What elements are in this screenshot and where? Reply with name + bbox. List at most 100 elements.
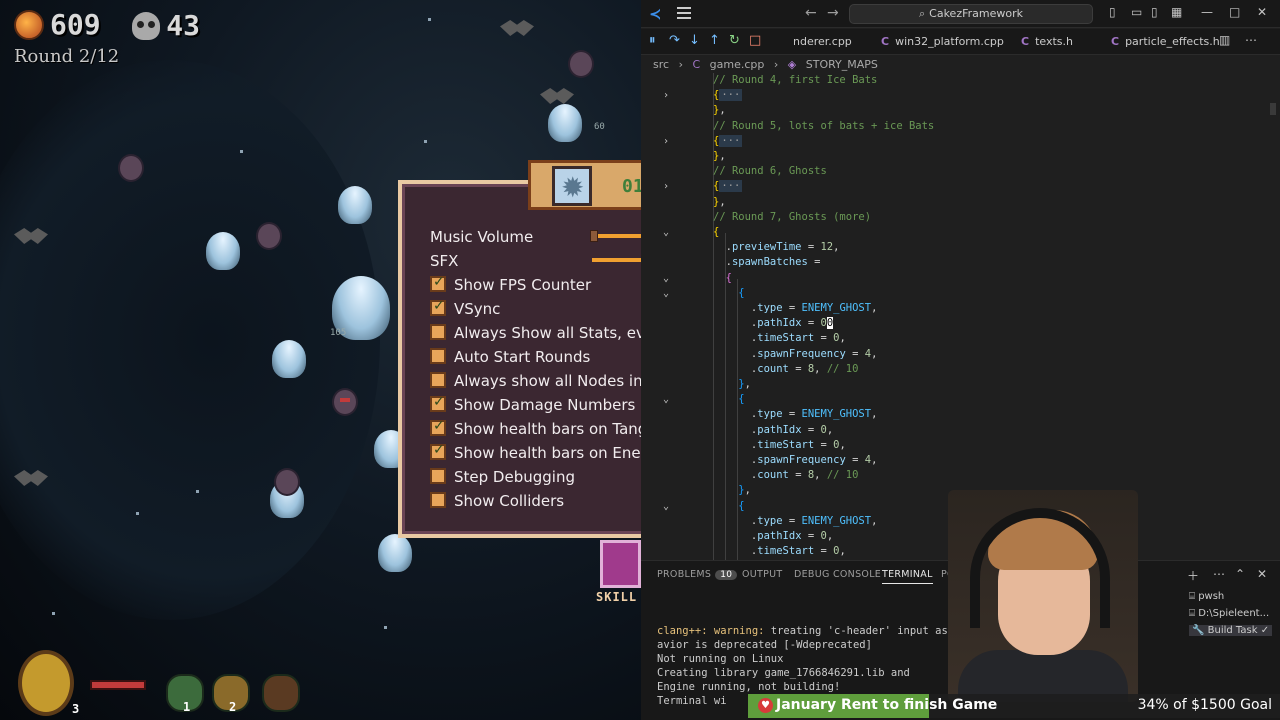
code-line[interactable]: › {··· [641,179,1261,194]
back-arrow-icon[interactable]: ← [805,5,817,21]
music-volume-slider[interactable] [592,234,641,238]
code-line[interactable]: .spawnFrequency = 4, [641,347,1261,362]
code-line[interactable]: .spawnBatches = [641,255,1261,270]
restart-icon[interactable]: ↻ [729,33,740,48]
checkbox[interactable] [430,492,446,508]
code-line[interactable]: }, [641,103,1261,118]
close-icon[interactable]: ✕ [1257,5,1267,19]
toggle-panel-icon[interactable]: ▭ [1131,5,1142,19]
checkbox[interactable] [430,324,446,340]
code-line[interactable]: › {··· [641,134,1261,149]
code-line[interactable]: .timeStart = 0, [641,331,1261,346]
code-line[interactable]: }, [641,377,1261,392]
fold-chevron-icon[interactable]: ⌄ [663,225,669,240]
sfx-slider[interactable] [592,258,641,262]
game-viewport[interactable]: 105 60 609 43 Round 2/12 01 Music Volume… [0,0,641,720]
menu-icon[interactable] [677,7,691,19]
settings-toggle[interactable]: Show health bars on Tangy [430,418,641,438]
unit-slot[interactable] [262,674,300,712]
code-line[interactable]: ⌄ { [641,271,1261,286]
code-line[interactable]: .previewTime = 12, [641,240,1261,255]
skill-card[interactable] [600,540,641,588]
tab-win32-platform[interactable]: Cwin32_platform.cpp [881,35,1004,48]
code-line[interactable]: › {··· [641,88,1261,103]
tab-particle-effects[interactable]: Cparticle_effects.h [1111,35,1220,48]
settings-toggle[interactable]: Show Damage Numbers [430,394,635,414]
settings-toggle[interactable]: Always Show all Stats, eve [430,324,641,342]
more-actions-icon[interactable]: ⋯ [1245,33,1257,47]
code-line[interactable]: ⌄ { [641,286,1261,301]
step-over-icon[interactable]: ↷ [669,33,680,48]
step-into-icon[interactable]: ↓ [689,33,700,48]
terminal-instance-path[interactable]: ⌸ D:\Spieleent... [1189,608,1269,619]
music-volume-knob[interactable] [590,230,598,242]
tab-debug-console[interactable]: DEBUG CONSOLE [794,569,881,580]
checkbox[interactable] [430,394,446,412]
code-line[interactable]: .count = 8, // 10 [641,362,1261,377]
settings-toggle[interactable]: Step Debugging [430,468,575,486]
pause-icon[interactable]: ⏸ [649,33,656,48]
code-line[interactable]: }, [641,149,1261,164]
code-line[interactable]: .type = ENEMY_GHOST, [641,407,1261,422]
checkbox[interactable] [430,418,446,436]
checkbox[interactable] [430,274,446,292]
panel-more-icon[interactable]: ⋯ [1213,567,1225,581]
hero-portrait[interactable] [18,650,74,716]
checkbox[interactable] [430,468,446,484]
settings-toggle[interactable]: Show FPS Counter [430,274,591,294]
new-terminal-icon[interactable]: ＋ [1187,567,1199,584]
code-line[interactable]: .count = 8, // 10 [641,468,1261,483]
close-panel-icon[interactable]: ✕ [1257,567,1267,581]
toggle-secondary-sidebar-icon[interactable]: ▯ [1151,5,1158,19]
minimize-icon[interactable]: — [1201,5,1213,19]
maximize-panel-icon[interactable]: ⌃ [1235,567,1245,581]
code-line[interactable]: .type = ENEMY_GHOST, [641,301,1261,316]
fold-chevron-icon[interactable]: ⌄ [663,392,669,407]
checkbox[interactable] [430,372,446,388]
tab-output[interactable]: OUTPUT [742,569,783,580]
checkbox[interactable] [430,442,446,460]
step-out-icon[interactable]: ↑ [709,33,720,48]
settings-toggle[interactable]: Show health bars on Enemi [430,442,641,462]
scrollbar-thumb[interactable] [1270,103,1276,115]
forward-arrow-icon[interactable]: → [827,5,839,21]
fold-chevron-icon[interactable]: ⌄ [663,286,669,301]
code-line[interactable]: // Round 5, lots of bats + ice Bats [641,119,1261,134]
terminal-instance-build[interactable]: 🔧 Build Task ✓ [1189,625,1273,636]
fold-chevron-icon[interactable]: › [663,179,669,194]
fold-chevron-icon[interactable]: › [663,88,669,103]
terminal-instance-pwsh[interactable]: ⌸ pwsh [1189,591,1224,602]
breadcrumb-folder[interactable]: src [653,58,669,71]
code-line[interactable]: .timeStart = 0, [641,438,1261,453]
code-line[interactable]: .spawnFrequency = 4, [641,453,1261,468]
fold-chevron-icon[interactable]: › [663,134,669,149]
toggle-sidebar-icon[interactable]: ▯ [1109,5,1116,19]
checkbox[interactable] [430,298,446,316]
settings-toggle[interactable]: Always show all Nodes in t [430,372,641,390]
code-area[interactable]: // Round 4, first Ice Bats ›{···},// Roun… [641,73,1280,560]
unit-slot[interactable]: 2 [212,674,250,714]
code-line[interactable]: // Round 4, first Ice Bats [641,73,1261,88]
tab-renderer[interactable]: nderer.cpp [793,35,852,48]
fold-chevron-icon[interactable]: ⌄ [663,271,669,286]
settings-toggle[interactable]: VSync [430,298,500,318]
settings-toggle[interactable]: Auto Start Rounds [430,348,590,366]
breadcrumb-symbol[interactable]: STORY_MAPS [806,58,878,71]
fold-chevron-icon[interactable]: ⌄ [663,499,669,514]
tab-texts[interactable]: Ctexts.h [1021,35,1073,48]
code-line[interactable]: }, [641,195,1261,210]
code-line[interactable]: ⌄ { [641,392,1261,407]
code-line[interactable]: // Round 6, Ghosts [641,164,1261,179]
maximize-icon[interactable]: □ [1229,5,1240,19]
code-line[interactable]: ⌄{ [641,225,1261,240]
code-line[interactable]: // Round 7, Ghosts (more) [641,210,1261,225]
tab-problems[interactable]: PROBLEMS 10 [657,569,738,580]
settings-gear-icon[interactable] [552,166,592,206]
layout-icon[interactable]: ▦ [1171,5,1182,19]
code-line[interactable]: .pathIdx = 0, [641,423,1261,438]
breadcrumb-file[interactable]: game.cpp [710,58,765,71]
tab-terminal[interactable]: TERMINAL [882,569,933,584]
code-line[interactable]: .pathIdx = 00 [641,316,1261,331]
settings-toggle[interactable]: Show Colliders [430,492,564,510]
stop-icon[interactable]: □ [749,33,761,48]
